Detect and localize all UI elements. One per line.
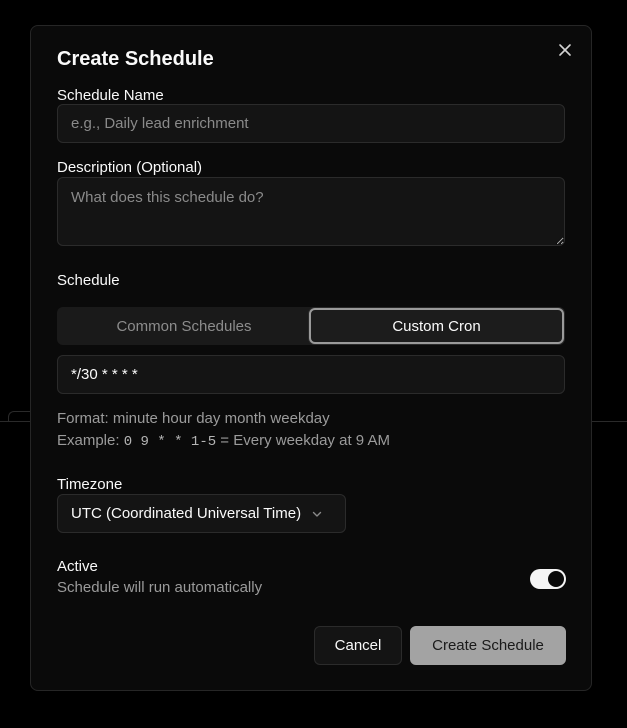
close-button[interactable] <box>556 43 574 61</box>
cron-example-code: 0 9 * * 1-5 <box>123 434 217 450</box>
timezone-label: Timezone <box>57 476 123 493</box>
create-schedule-button[interactable]: Create Schedule <box>410 626 566 665</box>
timezone-select[interactable]: UTC (Coordinated Universal Time) <box>57 494 346 533</box>
active-description: Schedule will run automatically <box>57 579 263 596</box>
timezone-selected-value: UTC (Coordinated Universal Time) <box>71 505 302 522</box>
toggle-knob <box>548 571 564 587</box>
cron-expression-input[interactable] <box>57 355 565 394</box>
cron-format-hint: Format: minute hour day month weekday <box>57 410 330 427</box>
cron-example-prefix: Example: <box>57 432 120 449</box>
tab-custom-cron[interactable]: Custom Cron <box>309 308 564 344</box>
dialog-title: Create Schedule <box>57 48 214 70</box>
description-textarea[interactable] <box>57 177 565 246</box>
cancel-button[interactable]: Cancel <box>314 626 402 665</box>
schedule-name-label: Schedule Name <box>57 87 164 104</box>
schedule-label: Schedule <box>57 272 120 289</box>
backdrop-notch <box>8 411 30 422</box>
close-icon <box>558 43 572 62</box>
cron-example-suffix: = Every weekday at 9 AM <box>220 432 390 449</box>
chevron-down-icon <box>311 508 323 520</box>
schedule-name-input[interactable] <box>57 104 565 143</box>
cron-example-hint: Example: 0 9 * * 1-5 = Every weekday at … <box>57 432 390 450</box>
tab-common-schedules[interactable]: Common Schedules <box>57 307 311 345</box>
active-label: Active <box>57 558 98 575</box>
active-toggle[interactable] <box>530 569 566 589</box>
schedule-mode-tabs: Common Schedules Custom Cron <box>57 307 565 345</box>
description-label: Description (Optional) <box>57 159 203 176</box>
